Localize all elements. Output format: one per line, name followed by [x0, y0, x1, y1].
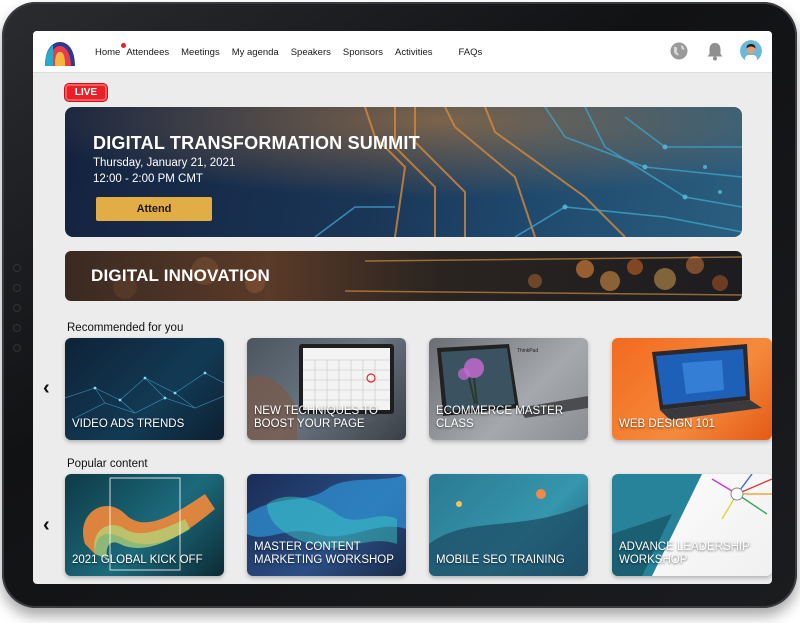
card-new-techniques[interactable]: NEW TECHNIQUES TO BOOST YOUR PAGE	[247, 338, 406, 440]
hero-date: Thursday, January 21, 2021	[93, 157, 236, 169]
card-global-kick-off[interactable]: 2021 GLOBAL KICK OFF	[65, 474, 224, 576]
main-nav: Home Attendees Meetings My agenda Speake…	[95, 31, 494, 73]
live-badge: LIVE	[65, 84, 107, 101]
side-button	[13, 284, 21, 292]
side-button	[13, 264, 21, 272]
nav-meetings[interactable]: Meetings	[181, 47, 220, 58]
tablet-frame: Home Attendees Meetings My agenda Speake…	[2, 2, 797, 608]
popular-section-title: Popular content	[67, 458, 148, 470]
card-web-design-101[interactable]: WEB DESIGN 101	[612, 338, 772, 440]
card-ecommerce-master-class[interactable]: ThinkPad ECOMMERCE MASTER CLASS	[429, 338, 588, 440]
attend-button[interactable]: Attend	[96, 197, 212, 221]
recommended-section-title: Recommended for you	[67, 322, 184, 334]
card-label: 2021 GLOBAL KICK OFF	[72, 554, 203, 566]
card-advance-leadership[interactable]: ADVANCE LEADERSHIP WORKSHOP	[612, 474, 772, 576]
nav-my-agenda[interactable]: My agenda	[232, 47, 279, 58]
hero-time: 12:00 - 2:00 PM CMT	[93, 173, 203, 185]
card-label: ECOMMERCE MASTER CLASS	[436, 405, 564, 430]
bell-icon[interactable]	[704, 40, 726, 62]
card-mobile-seo-training[interactable]: MOBILE SEO TRAINING	[429, 474, 588, 576]
app-logo[interactable]	[43, 38, 77, 66]
nav-faqs[interactable]: FAQs	[458, 47, 482, 58]
hero-event-card[interactable]: DIGITAL TRANSFORMATION SUMMIT Thursday, …	[65, 107, 742, 237]
globe-icon[interactable]	[668, 40, 690, 62]
hero-title: DIGITAL TRANSFORMATION SUMMIT	[93, 133, 420, 153]
side-button	[13, 324, 21, 332]
top-icons	[668, 40, 762, 62]
banner-title: DIGITAL INNOVATION	[91, 266, 270, 285]
recommended-prev-arrow[interactable]: ‹	[43, 378, 50, 398]
svg-text:ThinkPad: ThinkPad	[517, 348, 538, 354]
card-label: WEB DESIGN 101	[619, 418, 715, 430]
nav-home-label: Home	[95, 46, 121, 58]
digital-innovation-banner[interactable]: DIGITAL INNOVATION	[65, 251, 742, 301]
card-label: VIDEO ADS TRENDS	[72, 418, 185, 430]
top-navigation-bar: Home Attendees Meetings My agenda Speake…	[33, 31, 772, 73]
card-label: ADVANCE LEADERSHIP WORKSHOP	[619, 541, 750, 566]
card-master-content-marketing[interactable]: MASTER CONTENT MARKETING WORKSHOP	[247, 474, 406, 576]
app-screen: Home Attendees Meetings My agenda Speake…	[33, 31, 772, 584]
nav-activities[interactable]: Activities	[395, 47, 432, 58]
card-video-ads-trends[interactable]: VIDEO ADS TRENDS	[65, 338, 224, 440]
card-label: NEW TECHNIQUES TO BOOST YOUR PAGE	[254, 405, 378, 430]
card-label: MASTER CONTENT MARKETING WORKSHOP	[254, 541, 394, 566]
side-button	[13, 344, 21, 352]
nav-attendees[interactable]: Attendees	[126, 47, 169, 58]
nav-sponsors[interactable]: Sponsors	[343, 47, 383, 58]
side-button	[13, 304, 21, 312]
nav-speakers[interactable]: Speakers	[291, 47, 331, 58]
user-avatar[interactable]	[740, 40, 762, 62]
popular-prev-arrow[interactable]: ‹	[43, 515, 50, 535]
card-label: MOBILE SEO TRAINING	[436, 554, 565, 566]
nav-home[interactable]: Home	[95, 42, 127, 58]
